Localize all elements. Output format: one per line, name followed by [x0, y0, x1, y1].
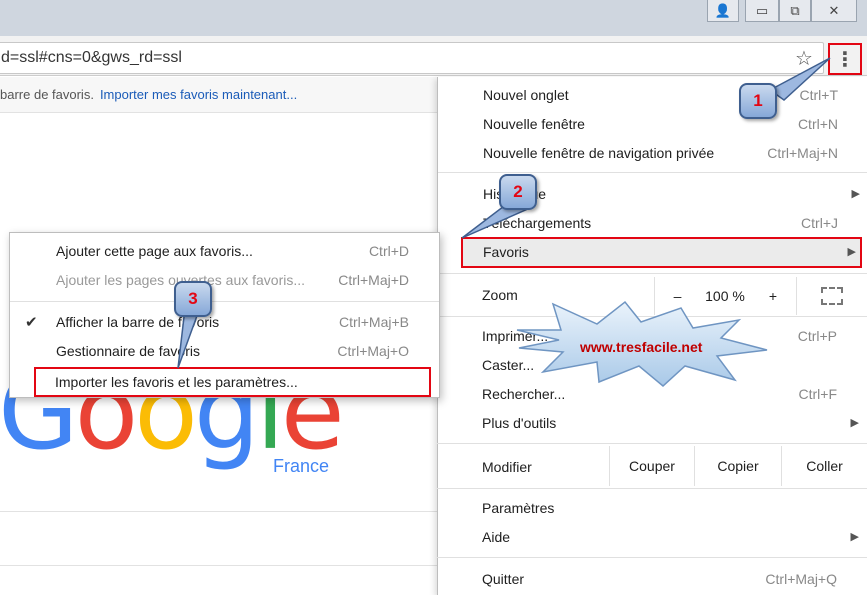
watermark-text: www.tresfacile.net	[580, 339, 703, 355]
callout-number: 2	[513, 182, 523, 201]
callout-3: 3	[174, 281, 212, 317]
callout-1: 1	[739, 83, 777, 119]
callout-2: 2	[499, 174, 537, 210]
callout-1-pointer	[768, 57, 831, 101]
callout-number: 3	[188, 289, 198, 308]
callout-number: 1	[753, 91, 763, 110]
callout-pointers	[177, 57, 831, 369]
